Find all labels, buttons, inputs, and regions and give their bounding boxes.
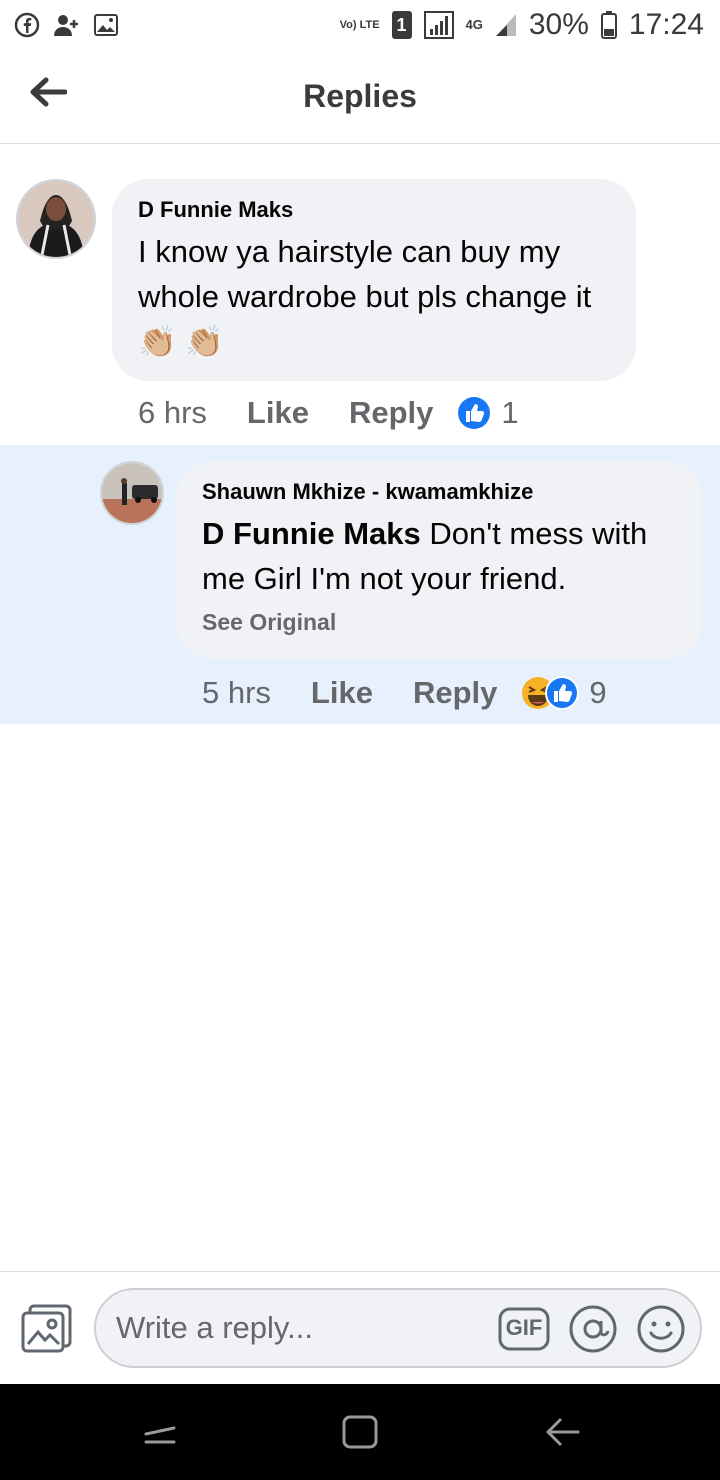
like-icon <box>545 676 580 710</box>
mention-button[interactable] <box>568 1304 618 1354</box>
avatar[interactable] <box>16 179 96 259</box>
see-original-link[interactable]: See Original <box>202 609 676 636</box>
network-type: 4G <box>465 17 483 32</box>
system-nav-bar <box>0 1384 720 1480</box>
facebook-notification-icon <box>14 12 40 38</box>
comment-author[interactable]: Shauwn Mkhize - kwamamkhize <box>202 479 676 505</box>
photo-icon <box>21 1304 72 1353</box>
signal-bars-icon <box>495 13 517 37</box>
like-button[interactable]: Like <box>247 395 309 431</box>
home-button[interactable] <box>340 1412 380 1452</box>
reaction-count[interactable]: 1 <box>501 395 518 431</box>
at-icon <box>569 1305 617 1353</box>
back-icon <box>546 1418 580 1446</box>
battery-percent: 30% <box>528 8 589 41</box>
comment-text: I know ya hairstyle can buy my whole war… <box>138 234 592 359</box>
home-icon <box>342 1415 378 1449</box>
header: Replies <box>0 50 720 144</box>
comment-author[interactable]: D Funnie Maks <box>138 197 610 223</box>
volte-indicator: Vo) LTE <box>339 18 380 31</box>
avatar[interactable] <box>100 461 164 525</box>
recents-button[interactable] <box>140 1412 180 1452</box>
sim-icon: 1 <box>391 11 412 39</box>
reply-comment: Shauwn Mkhize - kwamamkhize D Funnie Mak… <box>0 445 720 724</box>
mention-link[interactable]: D Funnie Maks <box>202 516 421 551</box>
reaction-count[interactable]: 9 <box>589 675 606 711</box>
comment-bubble[interactable]: D Funnie Maks I know ya hairstyle can bu… <box>112 179 636 381</box>
comment-actions: 6 hrs Like Reply 1 <box>138 395 519 431</box>
reply-input-container[interactable]: GIF <box>94 1288 702 1368</box>
gif-button[interactable]: GIF <box>498 1305 550 1353</box>
back-nav-button[interactable] <box>542 1412 582 1452</box>
gif-label: GIF <box>505 1315 543 1340</box>
comment: D Funnie Maks I know ya hairstyle can bu… <box>0 145 720 445</box>
reactions[interactable] <box>521 676 580 710</box>
signal-icon <box>423 11 454 39</box>
reply-composer: GIF <box>0 1271 720 1384</box>
comment-timestamp[interactable]: 6 hrs <box>138 395 207 431</box>
clock: 17:24 <box>628 8 704 41</box>
emoji-button[interactable] <box>636 1304 686 1354</box>
comment-bubble[interactable]: Shauwn Mkhize - kwamamkhize D Funnie Mak… <box>176 461 702 659</box>
friend-request-icon <box>52 12 82 38</box>
smiley-icon <box>637 1305 685 1353</box>
like-icon <box>458 397 491 429</box>
status-bar: Vo) LTE 1 4G 30% 17:24 <box>0 0 720 50</box>
photo-button[interactable] <box>20 1304 74 1354</box>
comment-actions: 5 hrs Like Reply 9 <box>202 675 607 711</box>
page-title: Replies <box>303 78 417 114</box>
reply-button[interactable]: Reply <box>349 395 433 431</box>
comment-text: D Funnie Maks Don't mess with me Girl I'… <box>202 511 676 601</box>
sim-number: 1 <box>396 14 407 35</box>
battery-icon <box>600 11 617 39</box>
reply-input[interactable] <box>116 1290 496 1366</box>
gallery-notification-icon <box>94 14 118 36</box>
reply-button[interactable]: Reply <box>413 675 497 711</box>
comment-timestamp[interactable]: 5 hrs <box>202 675 271 711</box>
like-button[interactable]: Like <box>311 675 373 711</box>
reactions[interactable] <box>457 396 491 430</box>
recents-icon <box>144 1426 176 1444</box>
